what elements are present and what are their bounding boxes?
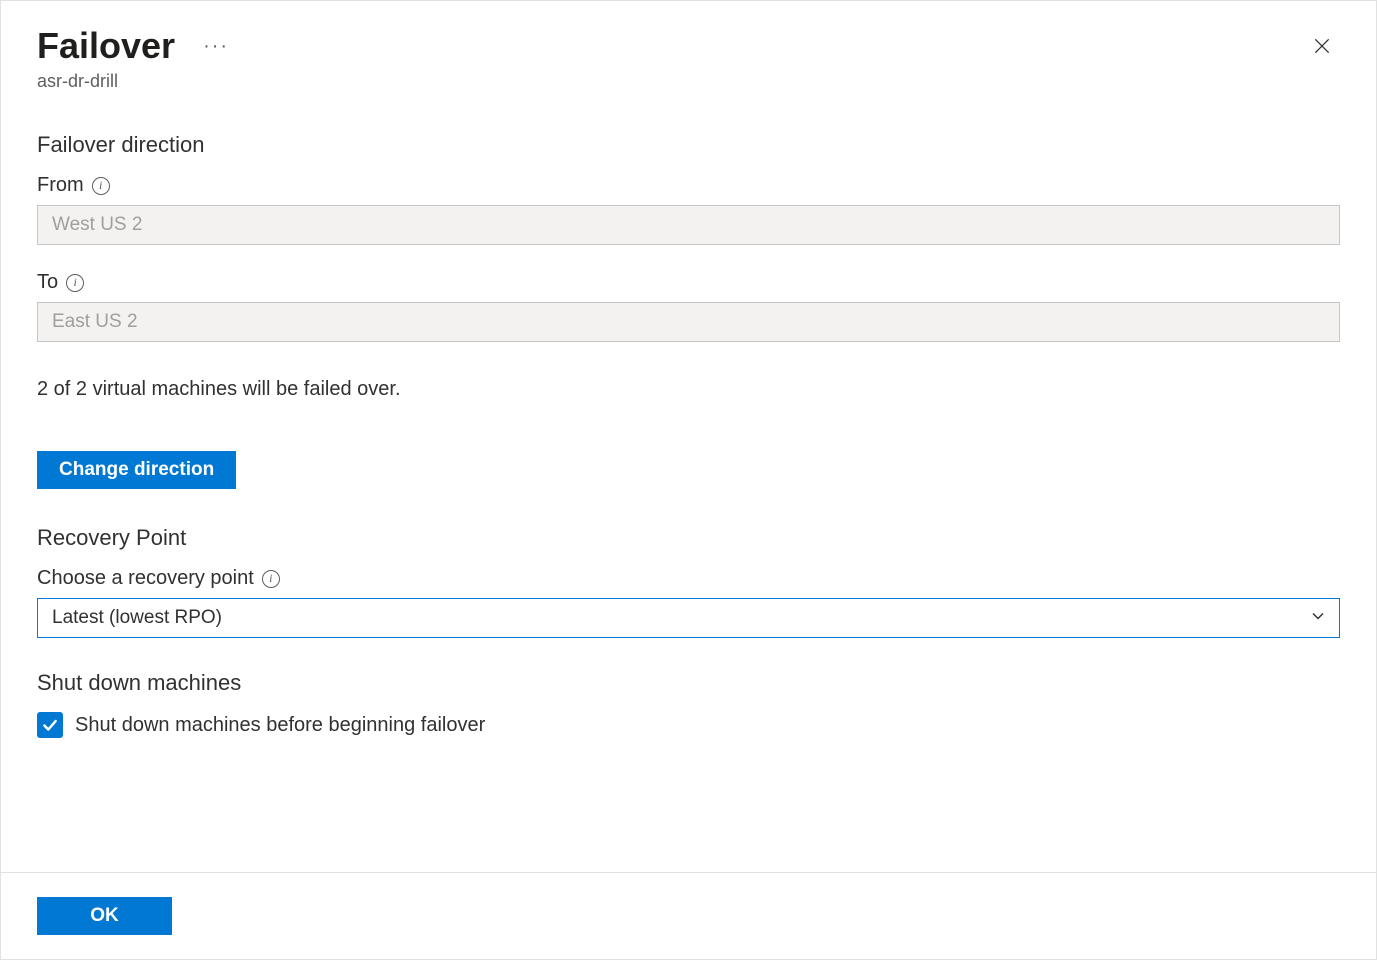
close-button[interactable] [1304,28,1340,64]
ok-button[interactable]: OK [37,897,172,935]
to-label-row: To i [37,271,1340,294]
from-input [37,205,1340,245]
shutdown-checkbox[interactable] [37,712,63,738]
header-row: Failover ··· [37,25,1340,67]
blade-footer: OK [1,872,1376,959]
page-subtitle: asr-dr-drill [37,71,1340,92]
checkmark-icon [41,716,59,734]
title-group: Failover ··· [37,25,233,67]
change-direction-button[interactable]: Change direction [37,451,236,489]
vm-status-text: 2 of 2 virtual machines will be failed o… [37,378,1340,401]
from-label-row: From i [37,174,1340,197]
shutdown-checkbox-row: Shut down machines before beginning fail… [37,712,1340,738]
info-icon[interactable]: i [66,274,84,292]
shutdown-heading: Shut down machines [37,670,1340,696]
from-label: From [37,174,84,197]
recovery-point-heading: Recovery Point [37,525,1340,551]
recovery-point-select[interactable] [37,598,1340,638]
to-input [37,302,1340,342]
recovery-label-row: Choose a recovery point i [37,567,1340,590]
recovery-label: Choose a recovery point [37,567,254,590]
info-icon[interactable]: i [92,177,110,195]
more-actions-icon[interactable]: ··· [199,31,233,62]
close-icon [1312,36,1332,56]
blade-content: Failover ··· asr-dr-drill Failover direc… [1,1,1376,872]
info-icon[interactable]: i [262,570,280,588]
to-label: To [37,271,58,294]
recovery-select-wrapper [37,598,1340,638]
failover-direction-heading: Failover direction [37,132,1340,158]
page-title: Failover [37,25,175,67]
shutdown-checkbox-label: Shut down machines before beginning fail… [75,714,485,737]
